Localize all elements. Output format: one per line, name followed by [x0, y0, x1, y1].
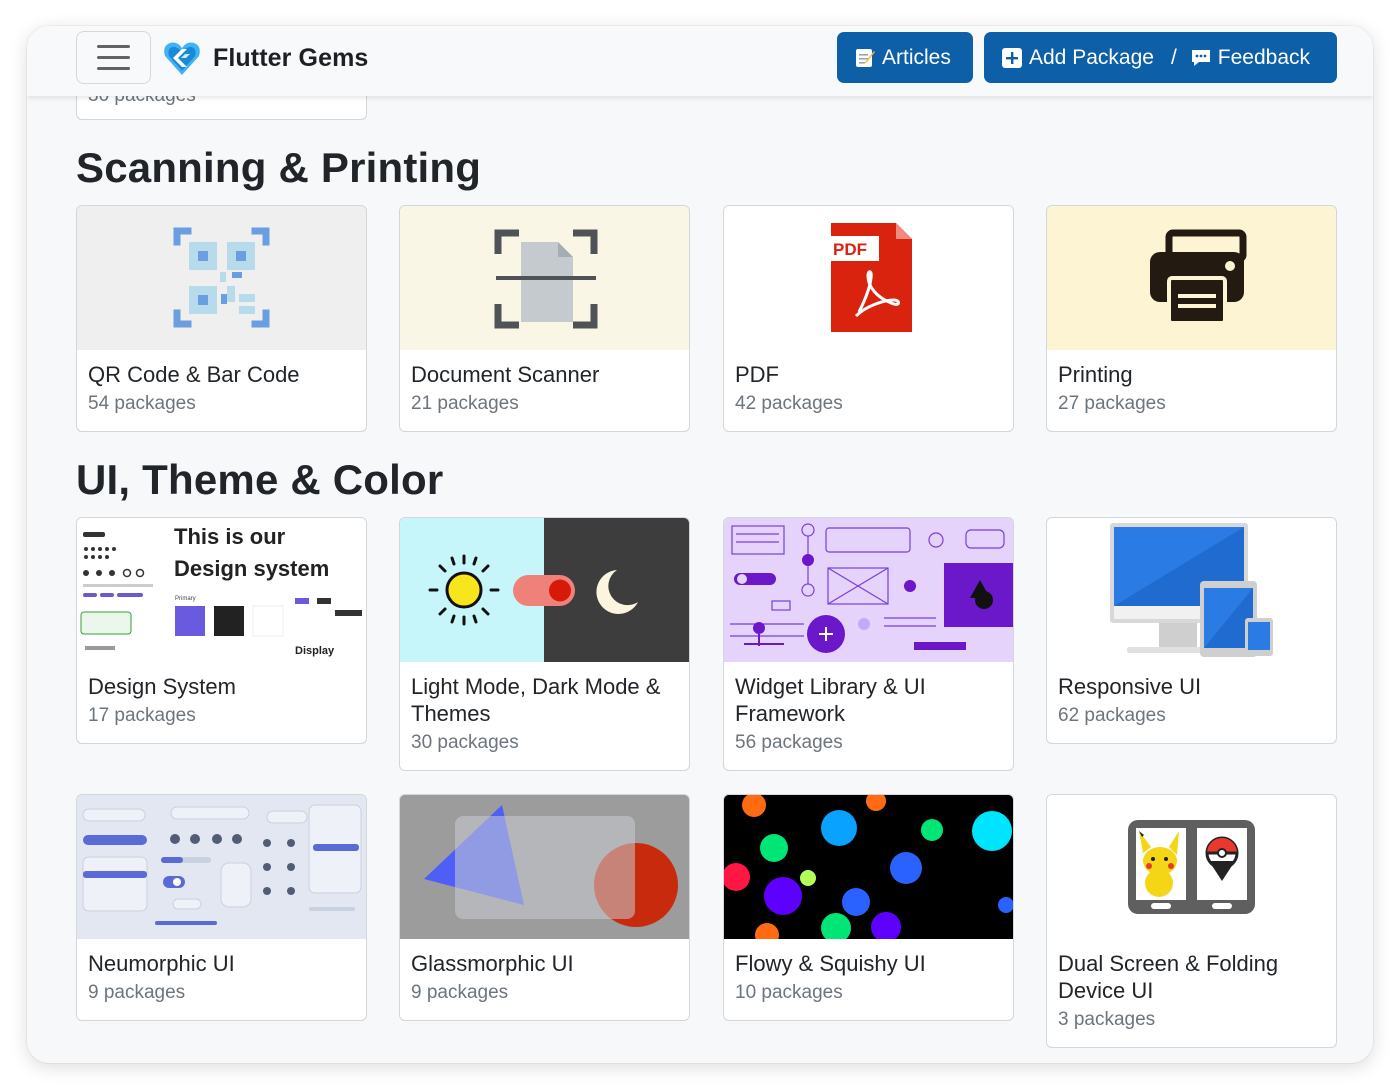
- glassmorphic-image: [400, 795, 689, 939]
- category-name: Document Scanner: [411, 362, 600, 387]
- category-name: QR Code & Bar Code: [88, 362, 300, 387]
- browser-window: Flutter Gems Articles Add Package / Feed…: [27, 26, 1373, 1063]
- neumorphic-image: [77, 795, 366, 939]
- brand-link[interactable]: Flutter Gems: [161, 38, 368, 78]
- category-name: Design System: [88, 674, 236, 699]
- add-package-feedback-button[interactable]: Add Package / Feedback: [984, 32, 1337, 83]
- top-navbar: Flutter Gems Articles Add Package / Feed…: [27, 26, 1373, 96]
- design-thumb-primary: Primary: [175, 596, 196, 602]
- category-card-printing[interactable]: Printing 27 packages: [1046, 205, 1337, 432]
- category-card-neumorphic-ui[interactable]: Neumorphic UI 9 packages: [76, 794, 367, 1021]
- package-count: 56 packages: [735, 732, 843, 753]
- brand-name: Flutter Gems: [213, 43, 369, 72]
- articles-label: Articles: [882, 45, 951, 69]
- package-count: 21 packages: [411, 393, 519, 414]
- qr-code-icon: [77, 206, 366, 350]
- widget-library-image: [724, 518, 1013, 662]
- hamburger-line: [97, 45, 130, 48]
- section-title-scanning-printing: Scanning & Printing: [76, 144, 482, 191]
- chat-bubble-icon: [1191, 49, 1210, 66]
- package-count: 9 packages: [411, 982, 509, 1003]
- category-card-document-scanner[interactable]: Document Scanner 21 packages: [399, 205, 690, 432]
- plus-square-icon: [1002, 47, 1022, 68]
- hamburger-line: [97, 67, 130, 70]
- package-count: 30 packages: [411, 732, 519, 753]
- document-scan-icon: [400, 206, 689, 350]
- category-card-responsive-ui[interactable]: Responsive UI 62 packages: [1046, 517, 1337, 744]
- design-thumb-line-2: Design system: [174, 556, 329, 581]
- flutter-gems-logo-icon: [164, 42, 200, 75]
- category-card-light-dark-mode[interactable]: Light Mode, Dark Mode & Themes 30 packag…: [399, 517, 690, 771]
- memo-icon: [856, 48, 875, 67]
- pdf-file-icon: PDF: [724, 206, 1013, 350]
- package-count: 27 packages: [1058, 393, 1166, 414]
- category-name: Glassmorphic UI: [411, 951, 574, 976]
- add-package-label[interactable]: Add Package: [1029, 46, 1154, 70]
- category-name: Dual Screen & Folding Device UI: [1058, 951, 1279, 1003]
- package-count: 17 packages: [88, 705, 196, 726]
- menu-toggle-button[interactable]: [76, 31, 151, 84]
- category-name: Widget Library & UI Framework: [735, 674, 926, 726]
- printer-icon: [1047, 206, 1336, 350]
- category-card-qr-code[interactable]: QR Code & Bar Code 54 packages: [76, 205, 367, 432]
- category-card-flowy-squishy-ui[interactable]: Flowy & Squishy UI 10 packages: [723, 794, 1014, 1021]
- package-count: 54 packages: [88, 393, 196, 414]
- section-title-ui-theme-color: UI, Theme & Color: [76, 456, 444, 503]
- package-count: 3 packages: [1058, 1009, 1156, 1030]
- category-card-pdf[interactable]: PDF PDF 42 packages: [723, 205, 1014, 432]
- category-name: PDF: [735, 362, 779, 387]
- category-name: Responsive UI: [1058, 674, 1202, 699]
- category-card-widget-library[interactable]: Widget Library & UI Framework 56 package…: [723, 517, 1014, 771]
- category-card-glassmorphic-ui[interactable]: Glassmorphic UI 9 packages: [399, 794, 690, 1021]
- package-count: 42 packages: [735, 393, 843, 414]
- design-thumb-display: Display: [295, 645, 335, 657]
- articles-button[interactable]: Articles: [837, 32, 973, 83]
- package-count: 10 packages: [735, 982, 843, 1003]
- responsive-devices-image: [1047, 518, 1336, 662]
- flowy-dots-image: [724, 795, 1013, 939]
- pdf-badge-text: PDF: [833, 240, 867, 259]
- theme-toggle-image: [400, 518, 689, 662]
- package-count: 9 packages: [88, 982, 186, 1003]
- category-name: Neumorphic UI: [88, 951, 235, 976]
- category-name: Light Mode, Dark Mode & Themes: [411, 674, 661, 726]
- package-count: 62 packages: [1058, 705, 1166, 726]
- design-system-image: This is our Design system Primary Displa…: [77, 518, 366, 662]
- category-name: Printing: [1058, 362, 1133, 387]
- design-thumb-line-1: This is our: [174, 524, 286, 549]
- dual-screen-image: [1047, 795, 1336, 939]
- category-card-dual-screen[interactable]: Dual Screen & Folding Device UI 3 packag…: [1046, 794, 1337, 1048]
- category-name: Flowy & Squishy UI: [735, 951, 926, 976]
- feedback-label[interactable]: Feedback: [1218, 46, 1310, 70]
- button-separator: /: [1170, 45, 1177, 69]
- hamburger-line: [97, 56, 130, 59]
- category-card-design-system[interactable]: This is our Design system Primary Displa…: [76, 517, 367, 744]
